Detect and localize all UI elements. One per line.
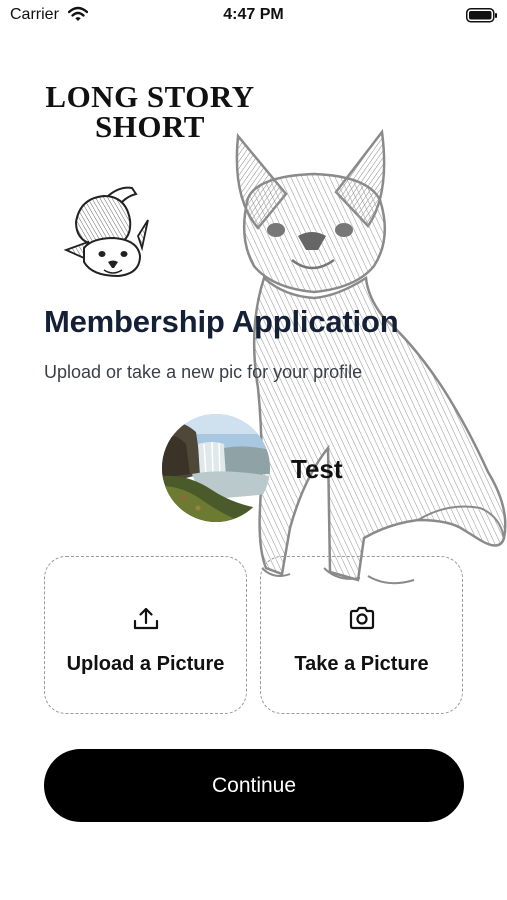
page-subtitle: Upload or take a new pic for your profil…	[44, 362, 363, 382]
logo-line-1: LONG STORY	[45, 79, 255, 114]
waterfall-photo	[162, 414, 270, 522]
page-title: Membership Application	[44, 304, 399, 339]
camera-icon	[349, 606, 374, 630]
status-bar: Carrier 4:47 PM	[0, 0, 507, 32]
logo-line-2: SHORT	[95, 109, 205, 144]
continue-button[interactable]: Continue	[44, 749, 464, 822]
take-picture-button[interactable]: Take a Picture	[260, 556, 463, 714]
upload-icon	[133, 607, 158, 630]
take-picture-label: Take a Picture	[294, 653, 429, 675]
upload-picture-label: Upload a Picture	[66, 653, 225, 675]
profile-avatar[interactable]	[162, 414, 270, 522]
upload-picture-button[interactable]: Upload a Picture	[44, 556, 247, 714]
app-logo: LONG STORY SHORT	[30, 79, 270, 144]
puppy-illustration	[63, 186, 149, 278]
profile-name: Test	[291, 454, 343, 484]
battery-icon	[466, 8, 498, 28]
status-time: 4:47 PM	[223, 6, 284, 23]
